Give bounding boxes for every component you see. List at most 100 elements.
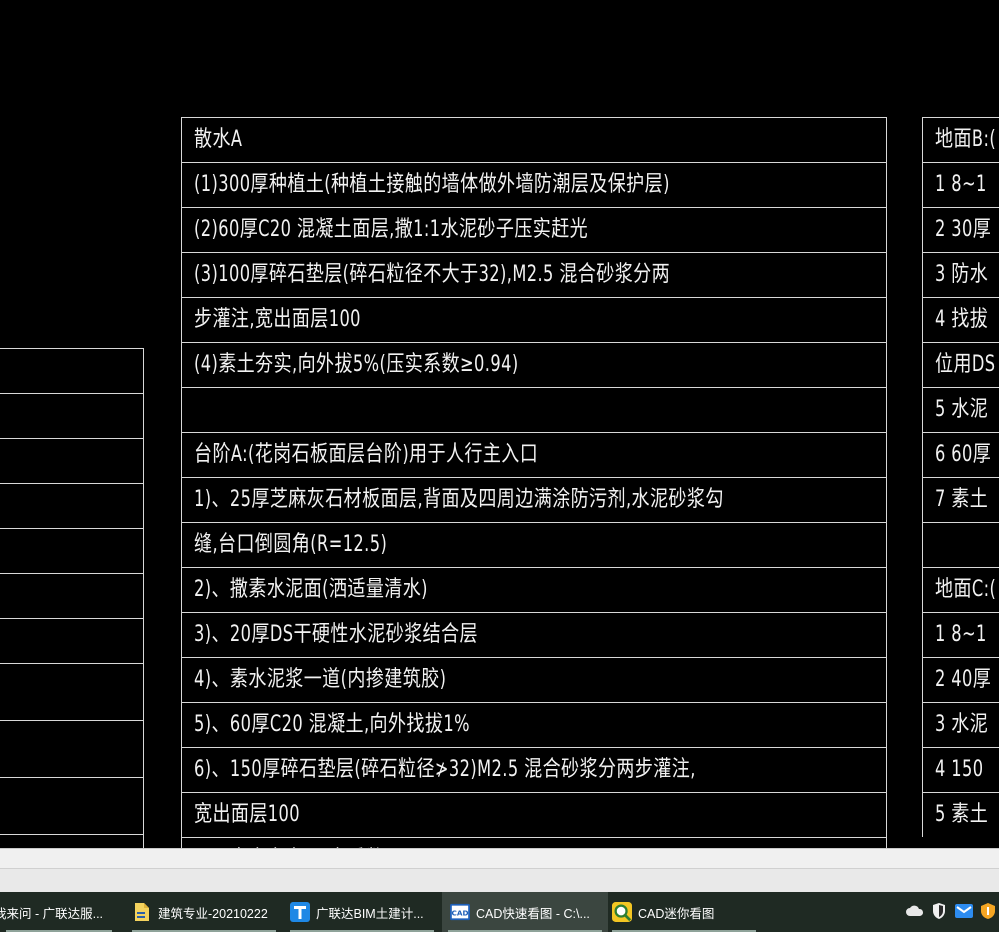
center-table-row: 1)、25厚芝麻灰石材板面层,背面及四周边满涂防污剂,水泥砂浆勾	[182, 477, 886, 522]
center-table-row: 缝,台口倒圆角(R=12.5)	[182, 522, 886, 567]
center-table: 散水A (1)300厚种植土(种植土接触的墙体做外墙防潮层及保护层) (2)60厚C…	[181, 117, 887, 848]
center-table-row: 散水A	[182, 117, 886, 162]
right-table-cell-text: 1 8~1	[935, 622, 987, 647]
right-table-row: 2 30厚	[923, 207, 999, 252]
center-table-row: 4)、素水泥浆一道(内掺建筑胶)	[182, 657, 886, 702]
right-table-cell-text: 3 水泥	[935, 712, 989, 737]
right-table-row: 5 素土	[923, 792, 999, 837]
taskbar-item-label: 建筑专业-20210222	[158, 906, 268, 921]
right-table-row: 1 8~1	[923, 162, 999, 207]
left-table-row	[0, 438, 143, 483]
antivirus-icon[interactable]	[979, 902, 997, 920]
right-table-cell-text: 地面B:(	[935, 127, 997, 152]
right-table-row	[923, 522, 999, 567]
glodon-bim-icon	[290, 902, 310, 922]
center-table-cell-text: 步灌注,宽出面层100	[194, 307, 361, 332]
center-table-row: 3)、20厚DS干硬性水泥砂浆结合层	[182, 612, 886, 657]
svg-text:CAD: CAD	[452, 909, 469, 918]
center-table-row: 6)、150厚碎石垫层(碎石粒径≯32)M2.5 混合砂浆分两步灌注,	[182, 747, 886, 792]
right-table-cell-text: 2 40厚	[935, 667, 992, 692]
center-table-cell-text: 2)、撒素水泥面(洒适量清水)	[194, 577, 428, 602]
taskbar-item-cad-mini[interactable]: CAD迷你看图	[606, 892, 762, 932]
right-table-row: 地面C:(	[923, 567, 999, 612]
right-table-row: 4 150	[923, 747, 999, 792]
left-table-row	[0, 528, 143, 573]
center-table-row: 5)、60厚C20 混凝土,向外找拔1%	[182, 702, 886, 747]
taskbar-item-cad-viewer[interactable]: CAD CAD快速看图 - C:\...	[442, 892, 608, 932]
right-table-cell-text: 3 防水	[935, 262, 989, 287]
right-table-row: 4 找拔	[923, 297, 999, 342]
mail-icon[interactable]	[955, 902, 973, 920]
center-table-row: (4)素土夯实,向外拔5%(压实系数≥0.94)	[182, 342, 886, 387]
right-table-row: 7 素土	[923, 477, 999, 522]
taskbar-item-label: CAD快速看图 - C:\...	[476, 906, 590, 921]
center-table-cell-text: 宽出面层100	[194, 802, 301, 827]
cloud-icon[interactable]	[906, 902, 924, 920]
right-table-row: 3 水泥	[923, 702, 999, 747]
center-table-cell-text: (1)300厚种植土(种植土接触的墙体做外墙防潮层及保护层)	[194, 172, 670, 197]
right-table-cell-text: 4 150	[935, 757, 984, 782]
left-table-row	[0, 777, 143, 834]
center-table-cell-text: 7)、素土夯实(压实系数≥0.93)	[194, 838, 443, 848]
right-table-row: 2 40厚	[923, 657, 999, 702]
center-table-row: 宽出面层100	[182, 792, 886, 837]
center-table-row: 7)、素土夯实(压实系数≥0.93)	[182, 837, 886, 848]
left-table-row	[0, 573, 143, 618]
folder-document-icon	[132, 902, 152, 922]
horizontal-scrollbar[interactable]	[0, 868, 999, 893]
center-table-cell-text: (3)100厚碎石垫层(碎石粒径不大于32),M2.5 混合砂浆分两	[194, 262, 671, 287]
taskbar-item-label: 我来问 - 广联达服...	[0, 906, 104, 921]
right-table-cell-text: 地面C:(	[935, 577, 997, 602]
center-table-row: (1)300厚种植土(种植土接触的墙体做外墙防潮层及保护层)	[182, 162, 886, 207]
center-table-cell-text: 5)、60厚C20 混凝土,向外找拔1%	[194, 712, 470, 737]
taskbar: 我来问 - 广联达服... 建筑专业-20210222 广联达BIM土建计...…	[0, 892, 999, 932]
center-table-cell-text: 3)、20厚DS干硬性水泥砂浆结合层	[194, 622, 478, 647]
taskbar-item-building-spec[interactable]: 建筑专业-20210222	[126, 892, 282, 932]
cad-mini-viewer-icon	[612, 902, 632, 922]
taskbar-item-label: 广联达BIM土建计...	[316, 906, 424, 921]
security-shield-icon[interactable]	[930, 902, 948, 920]
center-table-cell-text: 4)、素水泥浆一道(内掺建筑胶)	[194, 667, 447, 692]
center-table-row: 台阶A:(花岗石板面层台阶)用于人行主入口	[182, 432, 886, 477]
left-table-row	[0, 663, 143, 720]
right-table-row: 1 8~1	[923, 612, 999, 657]
right-table-row: 位用DS	[923, 342, 999, 387]
center-table-cell-text: 缝,台口倒圆角(R=12.5)	[194, 532, 388, 557]
right-table-cell-text: 5 水泥	[935, 397, 989, 422]
right-table-cell-text: 位用DS	[935, 352, 996, 377]
left-table-row	[0, 348, 143, 393]
center-table-row	[182, 387, 886, 432]
center-table-cell-text: 台阶A:(花岗石板面层台阶)用于人行主入口	[194, 442, 539, 467]
left-table-row	[0, 393, 143, 438]
taskbar-item-glodon-bim[interactable]: 广联达BIM土建计...	[284, 892, 440, 932]
left-table-row	[0, 483, 143, 528]
right-table-cell-text: 6 60厚	[935, 442, 992, 467]
right-table-row: 地面B:(	[923, 117, 999, 162]
taskbar-item-label: CAD迷你看图	[638, 906, 715, 921]
center-table-row: 步灌注,宽出面层100	[182, 297, 886, 342]
right-table-row: 3 防水	[923, 252, 999, 297]
center-table-row: (2)60厚C20 混凝土面层,撒1:1水泥砂子压实赶光	[182, 207, 886, 252]
right-table-cell-text: 5 素土	[935, 802, 989, 827]
center-table-row: 2)、撒素水泥面(洒适量清水)	[182, 567, 886, 612]
right-table-cell-text: 1 8~1	[935, 172, 987, 197]
right-table-row: 5 水泥	[923, 387, 999, 432]
right-table-cell-text: 2 30厚	[935, 217, 992, 242]
right-table-cell-text: 4 找拔	[935, 307, 989, 332]
center-table-cell-text: (4)素土夯实,向外拔5%(压实系数≥0.94)	[194, 352, 519, 377]
left-table-row	[0, 720, 143, 777]
left-table	[0, 348, 144, 848]
center-table-cell-text: 6)、150厚碎石垫层(碎石粒径≯32)M2.5 混合砂浆分两步灌注,	[194, 757, 696, 782]
left-table-row	[0, 618, 143, 663]
cad-drawing-canvas[interactable]: 散水A (1)300厚种植土(种植土接触的墙体做外墙防潮层及保护层) (2)60厚C…	[0, 0, 999, 848]
taskbar-item-glodon-service[interactable]: 我来问 - 广联达服...	[0, 892, 118, 932]
center-table-row: (3)100厚碎石垫层(碎石粒径不大于32),M2.5 混合砂浆分两	[182, 252, 886, 297]
center-table-cell-text: 1)、25厚芝麻灰石材板面层,背面及四周边满涂防污剂,水泥砂浆勾	[194, 487, 724, 512]
left-table-row	[0, 834, 143, 848]
right-table: 地面B:( 1 8~1 2 30厚 3 防水 4 找拔位用DS 5 水泥 6 60厚 7 素土…	[922, 117, 999, 837]
cad-viewer-icon: CAD	[450, 902, 470, 922]
center-table-cell-text: (2)60厚C20 混凝土面层,撒1:1水泥砂子压实赶光	[194, 217, 589, 242]
center-table-cell-text: 散水A	[194, 127, 243, 152]
status-bar	[0, 848, 999, 869]
right-table-row: 6 60厚	[923, 432, 999, 477]
